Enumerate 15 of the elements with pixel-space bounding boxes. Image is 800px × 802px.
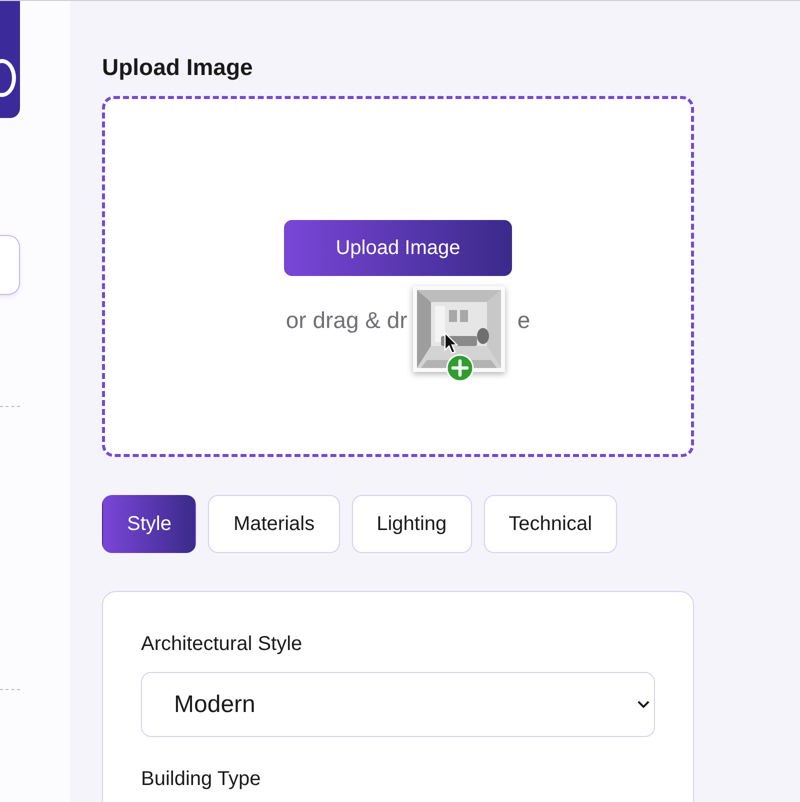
field-label: Building Type [141, 767, 262, 791]
cursor-icon [444, 332, 458, 354]
tab[interactable]: Technical [484, 495, 618, 553]
style-select[interactable]: Modern [141, 672, 655, 737]
tab[interactable]: Style [102, 495, 196, 553]
drop-hint: or drag & dr [286, 306, 408, 335]
tab[interactable]: Materials [208, 495, 340, 553]
chevron-icon [637, 700, 650, 709]
field-label: Architectural Style [141, 632, 304, 656]
tab[interactable]: Lighting [352, 495, 472, 553]
upload-button[interactable]: Upload Image [284, 220, 512, 276]
section-heading: Upload Image [102, 53, 254, 81]
drop-hint: e [517, 306, 530, 335]
plus-icon [446, 354, 474, 382]
dropzone[interactable]: Upload Image or drag & dr e [102, 96, 694, 457]
